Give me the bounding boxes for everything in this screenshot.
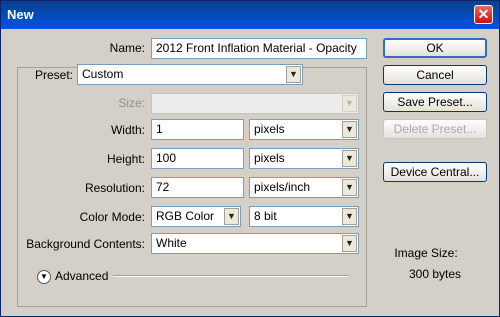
preset-value: Custom	[82, 67, 124, 81]
width-unit-select[interactable]: pixels ▼	[249, 119, 359, 140]
chevron-down-icon: ▼	[342, 179, 357, 196]
height-field[interactable]: 100	[151, 148, 244, 169]
height-unit-select[interactable]: pixels ▼	[249, 148, 359, 169]
chevron-down-icon: ▼	[342, 208, 357, 225]
double-chevron-down-icon[interactable]: ▼	[37, 270, 51, 284]
delete-preset-button: Delete Preset...	[383, 119, 487, 139]
resolution-label: Resolution:	[84, 181, 145, 195]
resolution-unit-select[interactable]: pixels/inch ▼	[249, 177, 359, 198]
resolution-unit-value: pixels/inch	[254, 180, 311, 194]
dialog-title: New	[7, 7, 34, 22]
bit-depth-select[interactable]: 8 bit ▼	[249, 206, 359, 227]
width-unit-value: pixels	[254, 122, 285, 136]
name-label: Name:	[109, 41, 145, 55]
chevron-down-icon: ▼	[224, 208, 239, 225]
width-label: Width:	[110, 123, 145, 137]
width-field[interactable]: 1	[151, 119, 244, 140]
cancel-button[interactable]: Cancel	[383, 65, 487, 85]
background-contents-label: Background Contents:	[26, 237, 145, 251]
title-bar[interactable]: New ✕	[1, 1, 499, 29]
background-contents-value: White	[156, 236, 187, 250]
size-label: Size:	[118, 96, 145, 110]
advanced-label[interactable]: Advanced	[55, 269, 108, 283]
close-button[interactable]: ✕	[474, 5, 493, 24]
chevron-down-icon: ▼	[342, 121, 357, 138]
color-mode-label: Color Mode:	[79, 210, 145, 224]
height-label: Height:	[106, 152, 145, 166]
preset-select[interactable]: Custom ▼	[77, 64, 303, 85]
height-unit-value: pixels	[254, 151, 285, 165]
bit-depth-value: 8 bit	[254, 209, 277, 223]
image-size-value: 300 bytes	[408, 267, 462, 281]
chevron-down-icon: ▼	[342, 150, 357, 167]
resolution-field[interactable]: 72	[151, 177, 244, 198]
ok-button[interactable]: OK	[383, 38, 487, 58]
name-field[interactable]: 2012 Front Inflation Material - Opacity	[151, 38, 367, 59]
chevron-down-icon: ▼	[286, 66, 301, 83]
close-icon: ✕	[477, 6, 490, 22]
color-mode-value: RGB Color	[156, 209, 215, 223]
preset-label: Preset:	[25, 68, 75, 82]
dialog-body: Name: 2012 Front Inflation Material - Op…	[1, 29, 499, 316]
save-preset-button[interactable]: Save Preset...	[383, 92, 487, 112]
chevron-down-icon: ▼	[342, 95, 357, 112]
chevron-down-icon: ▼	[342, 235, 357, 252]
advanced-divider	[113, 275, 349, 277]
color-mode-select[interactable]: RGB Color ▼	[151, 206, 241, 227]
new-document-dialog: New ✕ Name: 2012 Front Inflation Materia…	[0, 0, 500, 317]
background-contents-select[interactable]: White ▼	[151, 233, 359, 254]
device-central-button[interactable]: Device Central...	[383, 162, 487, 182]
image-size-label: Image Size:	[394, 246, 458, 260]
size-select: ▼	[151, 93, 359, 114]
